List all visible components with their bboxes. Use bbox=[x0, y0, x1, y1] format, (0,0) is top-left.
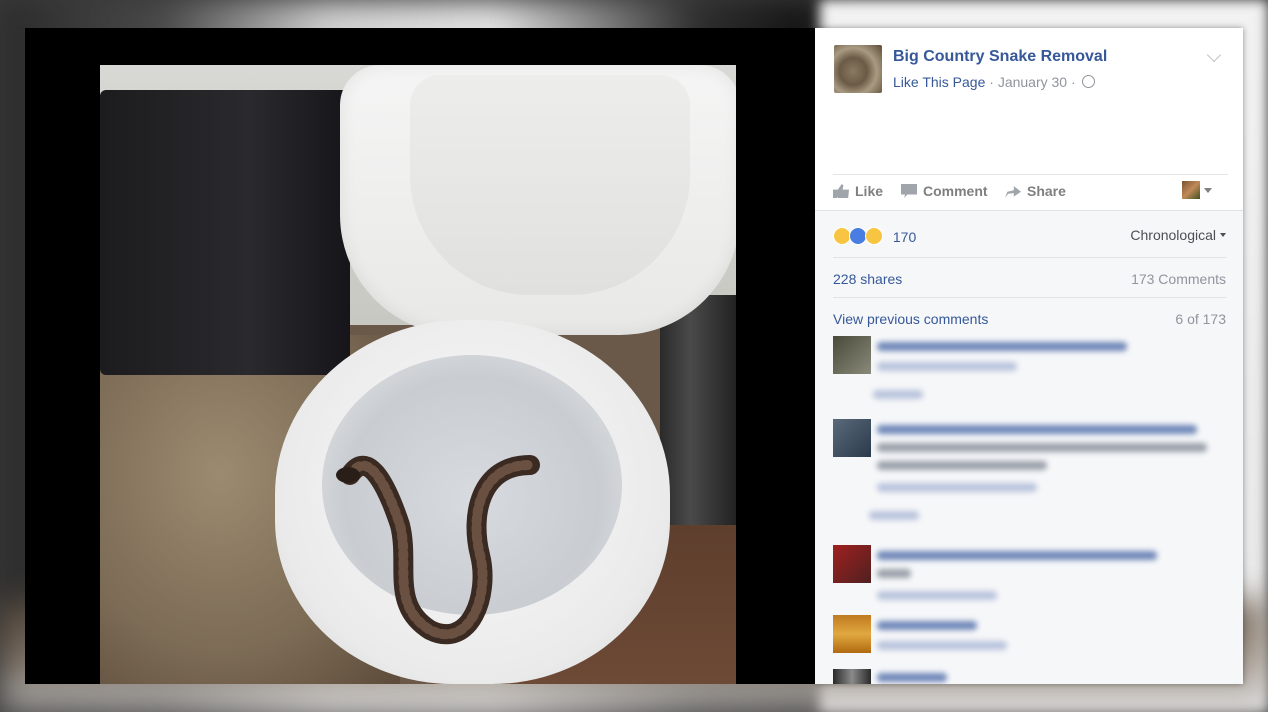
sort-dropdown[interactable]: Chronological bbox=[1130, 227, 1226, 243]
comments-area: 170 Chronological 228 shares 173 Comment… bbox=[815, 210, 1243, 684]
post-meta: Like This Page · January 30 · bbox=[893, 74, 1095, 90]
share-icon bbox=[1005, 186, 1021, 198]
comment-count[interactable]: 173 Comments bbox=[1131, 271, 1226, 287]
like-page-link[interactable]: Like This Page bbox=[893, 74, 985, 90]
post-sidebar: Big Country Snake Removal Like This Page… bbox=[815, 28, 1243, 684]
comment-button[interactable]: Comment bbox=[901, 183, 988, 199]
reactions-row: 170 Chronological bbox=[833, 227, 1226, 245]
step-can bbox=[660, 295, 736, 525]
viewer-avatar[interactable] bbox=[1182, 181, 1200, 199]
shares-row: 228 shares 173 Comments bbox=[833, 271, 1226, 287]
avatar[interactable] bbox=[833, 545, 871, 583]
caret-down-icon[interactable] bbox=[1204, 188, 1212, 193]
comment-item bbox=[833, 419, 1226, 520]
avatar[interactable] bbox=[833, 419, 871, 457]
share-button[interactable]: Share bbox=[1005, 183, 1066, 199]
like-button[interactable]: Like bbox=[833, 183, 883, 199]
comment-item bbox=[833, 615, 1226, 661]
chevron-down-icon[interactable] bbox=[1206, 47, 1222, 63]
comment-item bbox=[833, 669, 1226, 684]
shares-link[interactable]: 228 shares bbox=[833, 271, 902, 287]
avatar[interactable] bbox=[833, 615, 871, 653]
comment-icon bbox=[901, 184, 917, 198]
view-previous-row: View previous comments 6 of 173 bbox=[833, 311, 1226, 327]
post-photo[interactable] bbox=[100, 65, 736, 684]
snake bbox=[336, 455, 540, 645]
comments-shown-count: 6 of 173 bbox=[1175, 311, 1226, 327]
like-icon bbox=[833, 184, 849, 198]
action-bar: Like Comment Share bbox=[833, 174, 1228, 211]
avatar[interactable] bbox=[833, 336, 871, 374]
page-avatar[interactable] bbox=[834, 45, 882, 93]
page-name-link[interactable]: Big Country Snake Removal bbox=[893, 48, 1107, 66]
globe-icon bbox=[1081, 75, 1095, 88]
photo-viewer bbox=[25, 28, 815, 684]
reaction-count[interactable]: 170 bbox=[893, 229, 916, 245]
comment-item bbox=[833, 545, 1226, 605]
post-header: Big Country Snake Removal Like This Page… bbox=[815, 28, 1243, 178]
view-previous-link[interactable]: View previous comments bbox=[833, 311, 988, 327]
comment-item bbox=[833, 336, 1226, 406]
trash-bin bbox=[100, 90, 350, 375]
post-date[interactable]: January 30 bbox=[998, 74, 1067, 90]
haha-icon[interactable] bbox=[865, 227, 883, 245]
avatar[interactable] bbox=[833, 669, 871, 684]
